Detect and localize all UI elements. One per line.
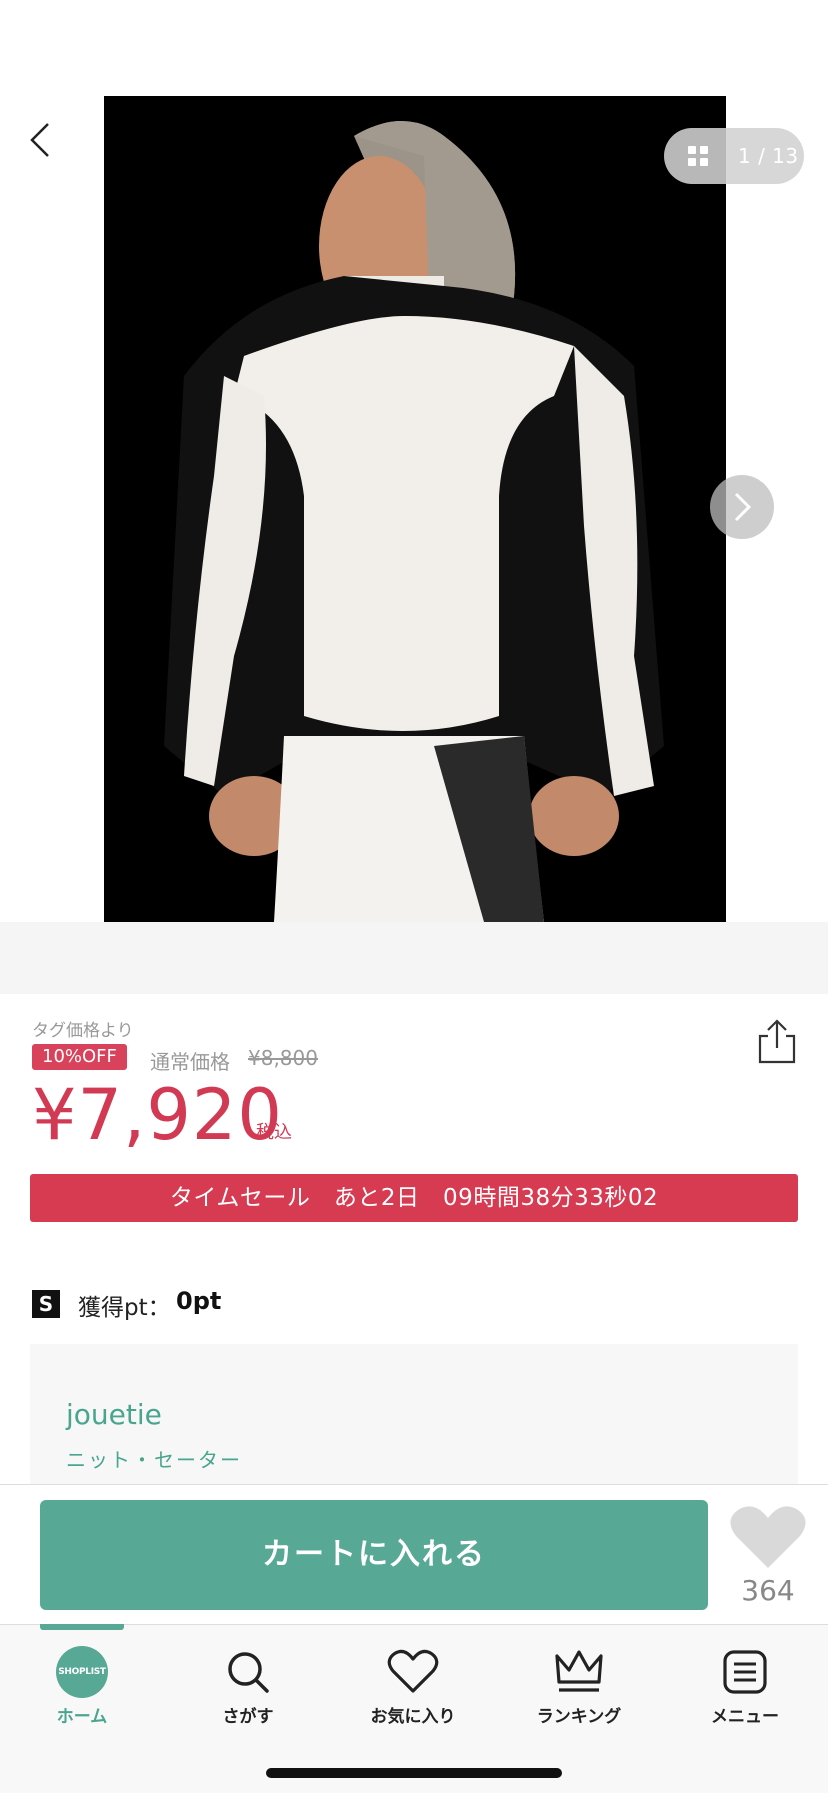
tab-label: ホーム — [56, 1707, 108, 1727]
crown-icon — [555, 1650, 603, 1692]
shoplist-logo-icon: SHOPLIST — [56, 1646, 108, 1698]
add-to-cart-button[interactable]: カートに入れる — [40, 1500, 708, 1610]
product-image[interactable] — [104, 96, 726, 922]
tab-favorites[interactable]: お気に入り — [343, 1646, 483, 1727]
tab-label: メニュー — [711, 1707, 779, 1727]
tab-label: さがす — [222, 1707, 274, 1727]
back-chevron-icon[interactable] — [24, 118, 60, 162]
regular-price: ¥8,800 — [248, 1046, 318, 1070]
category-link[interactable]: ニット・セーター — [66, 1444, 242, 1473]
share-icon[interactable] — [756, 1018, 798, 1066]
brand-link[interactable]: jouetie — [66, 1398, 162, 1431]
chevron-right-icon — [734, 492, 752, 522]
tab-search[interactable]: さがす — [178, 1646, 318, 1727]
image-counter[interactable]: 1 / 13 — [664, 128, 804, 184]
points-value: 0pt — [176, 1287, 222, 1315]
tab-label: ランキング — [536, 1707, 622, 1727]
sale-price: ¥7,920 — [32, 1074, 283, 1156]
tab-home[interactable]: SHOPLIST ホーム — [12, 1646, 152, 1727]
image-counter-text: 1 / 13 — [738, 144, 799, 168]
home-indicator — [266, 1768, 562, 1778]
favorite-heart-icon[interactable] — [730, 1504, 806, 1570]
next-image-button[interactable] — [710, 475, 774, 539]
points-s-icon: S — [32, 1290, 60, 1318]
heart-icon — [387, 1649, 439, 1693]
tab-label: お気に入り — [370, 1707, 456, 1727]
active-tab-indicator — [40, 1624, 124, 1630]
regular-price-label: 通常価格 — [150, 1050, 230, 1074]
search-icon — [228, 1652, 269, 1693]
grid-icon — [688, 146, 708, 166]
points-label: 獲得pt： — [78, 1295, 171, 1321]
tab-ranking[interactable]: ランキング — [509, 1646, 649, 1727]
menu-icon — [723, 1650, 767, 1694]
tax-included-label: 税込 — [256, 1122, 292, 1143]
tag-price-label: タグ価格より — [32, 1021, 134, 1041]
favorite-count: 364 — [741, 1574, 795, 1607]
timesale-countdown-banner: タイムセール あと2日 09時間38分33秒02 — [30, 1174, 798, 1222]
section-divider — [0, 922, 828, 994]
tab-menu[interactable]: メニュー — [675, 1646, 815, 1727]
discount-badge: 10%OFF — [32, 1044, 127, 1070]
